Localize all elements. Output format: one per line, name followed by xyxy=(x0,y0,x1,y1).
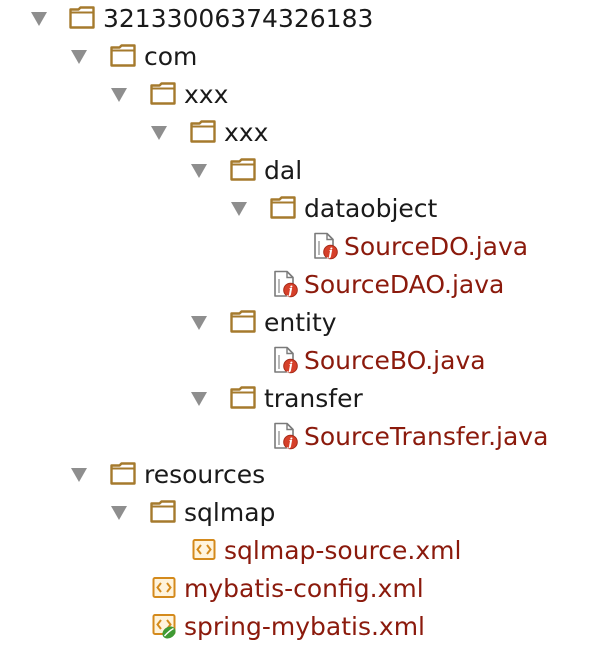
tree-item-label: entity xyxy=(264,308,337,337)
tree-item-label: dal xyxy=(264,156,303,185)
tree-row-folder-root[interactable]: 32133006374326183 xyxy=(0,0,610,38)
expand-triangle-icon[interactable] xyxy=(30,11,48,27)
expand-triangle-icon[interactable] xyxy=(70,49,88,65)
expand-triangle-icon[interactable] xyxy=(190,391,208,407)
tree-item-label: transfer xyxy=(264,384,363,413)
tree-row-file-sourcedo[interactable]: j SourceDO.java xyxy=(0,228,610,266)
tree-row-folder-xxx[interactable]: xxx xyxy=(0,76,610,114)
java-class-icon: j xyxy=(273,422,299,450)
tree-row-file-spring-mybatis[interactable]: spring-mybatis.xml xyxy=(0,608,610,646)
folder-icon xyxy=(270,195,296,221)
folder-icon xyxy=(230,385,256,411)
tree-item-label: SourceDAO.java xyxy=(304,270,505,299)
tree-item-label: com xyxy=(144,42,198,71)
tree-item-label: sqlmap xyxy=(184,498,276,527)
tree-row-folder-resources[interactable]: resources xyxy=(0,456,610,494)
tree-item-label: 32133006374326183 xyxy=(103,4,374,33)
java-class-icon: j xyxy=(313,232,339,260)
tree-row-folder-xxx-inner[interactable]: xxx xyxy=(0,114,610,152)
tree-row-file-sourcetransfer[interactable]: j SourceTransfer.java xyxy=(0,418,610,456)
tree-row-folder-dataobject[interactable]: dataobject xyxy=(0,190,610,228)
tree-row-file-sourcedao[interactable]: j SourceDAO.java xyxy=(0,266,610,304)
folder-icon xyxy=(230,309,256,335)
tree-row-folder-transfer[interactable]: transfer xyxy=(0,380,610,418)
tree-item-label: SourceDO.java xyxy=(344,232,529,261)
tree-row-folder-entity[interactable]: entity xyxy=(0,304,610,342)
tree-item-label: dataobject xyxy=(304,194,438,223)
tree-row-folder-sqlmap[interactable]: sqlmap xyxy=(0,494,610,532)
expand-triangle-icon[interactable] xyxy=(190,315,208,331)
expand-triangle-icon[interactable] xyxy=(110,87,128,103)
expand-triangle-icon[interactable] xyxy=(150,125,168,141)
tree-item-label: xxx xyxy=(224,118,269,147)
folder-icon xyxy=(230,157,256,183)
spring-xml-file-icon xyxy=(152,613,178,639)
tree-item-label: resources xyxy=(144,460,266,489)
tree-item-label: sqlmap-source.xml xyxy=(224,536,462,565)
tree-item-label: mybatis-config.xml xyxy=(184,574,424,603)
xml-file-icon xyxy=(152,575,178,601)
tree-row-file-sourcebo[interactable]: j SourceBO.java xyxy=(0,342,610,380)
java-class-icon: j xyxy=(273,270,299,298)
expand-triangle-icon[interactable] xyxy=(190,163,208,179)
folder-icon xyxy=(150,81,176,107)
tree-row-file-mybatis-config[interactable]: mybatis-config.xml xyxy=(0,570,610,608)
folder-icon xyxy=(69,5,95,31)
folder-icon xyxy=(150,499,176,525)
folder-icon xyxy=(110,461,136,487)
expand-triangle-icon[interactable] xyxy=(70,467,88,483)
project-file-tree: 32133006374326183 com xxx xxx dal dataob… xyxy=(0,0,610,642)
folder-icon xyxy=(190,119,216,145)
tree-item-label: SourceBO.java xyxy=(304,346,486,375)
tree-item-label: SourceTransfer.java xyxy=(304,422,549,451)
xml-file-icon xyxy=(192,537,218,563)
expand-triangle-icon[interactable] xyxy=(230,201,248,217)
expand-triangle-icon[interactable] xyxy=(110,505,128,521)
java-class-icon: j xyxy=(273,346,299,374)
tree-item-label: xxx xyxy=(184,80,229,109)
tree-row-folder-dal[interactable]: dal xyxy=(0,152,610,190)
tree-row-folder-com[interactable]: com xyxy=(0,38,610,76)
tree-item-label: spring-mybatis.xml xyxy=(184,612,426,641)
tree-row-file-sqlmap-source[interactable]: sqlmap-source.xml xyxy=(0,532,610,570)
folder-icon xyxy=(110,43,136,69)
